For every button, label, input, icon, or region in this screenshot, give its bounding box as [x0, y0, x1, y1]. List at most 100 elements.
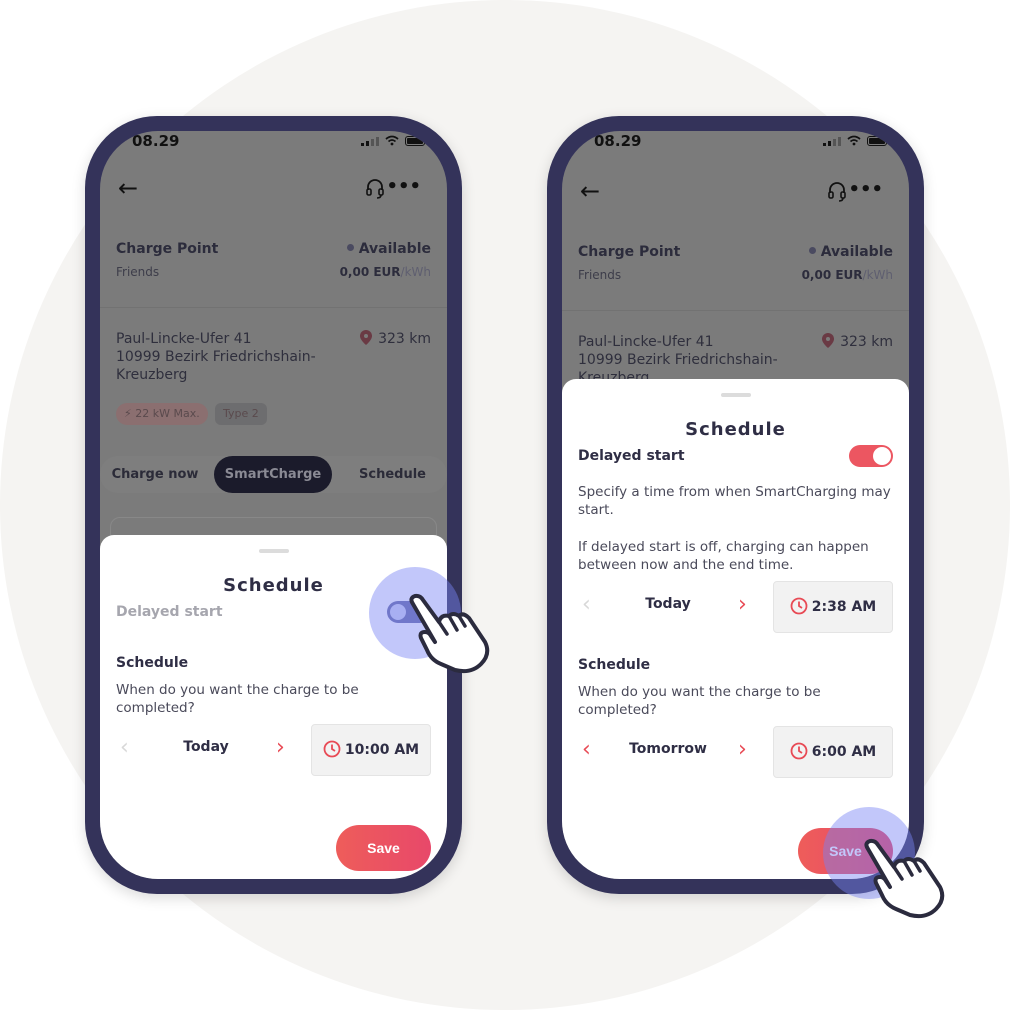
sheet-title: Schedule [685, 419, 786, 440]
connector-type-label: Type 2 [223, 407, 259, 420]
next-day-chevron-icon[interactable]: › [738, 739, 747, 761]
delayed-start-note: If delayed start is off, charging can ha… [578, 539, 869, 573]
end-time-picker[interactable]: 10:00 AM [311, 724, 431, 776]
end-date: Tomorrow [629, 741, 707, 757]
delayed-start-description: Specify a time from when SmartCharging m… [578, 484, 891, 518]
schedule-label: Schedule [578, 657, 651, 673]
end-date-time-row: ‹ Tomorrow › 6:00 AM [578, 726, 893, 778]
schedule-question: When do you want the charge to be comple… [578, 684, 821, 718]
headset-icon[interactable] [365, 178, 385, 200]
divider [562, 310, 909, 311]
start-time-value: 2:38 AM [811, 599, 877, 615]
charge-point-subtitle: Friends [116, 265, 160, 279]
clock-icon [790, 597, 808, 615]
signal-icon [361, 136, 379, 146]
next-day-chevron-icon[interactable]: › [276, 737, 285, 759]
charge-point-title: Charge Point [116, 241, 219, 257]
back-arrow-icon[interactable]: ← [580, 179, 600, 203]
end-date-time-row: ‹ Today › 10:00 AM [116, 724, 431, 776]
wifi-icon [385, 135, 399, 146]
phone-left: 08.29 ← ••• Charge Point Friends Availab… [85, 116, 462, 894]
status-dot-icon [808, 246, 816, 254]
delayed-start-label: Delayed start [116, 604, 223, 620]
previous-day-chevron-icon[interactable]: ‹ [582, 739, 591, 761]
status-time: 08.29 [132, 132, 180, 150]
toggle-knob [873, 447, 891, 465]
distance-value: 323 km [378, 331, 431, 347]
back-arrow-icon[interactable]: ← [118, 176, 138, 200]
charge-point-subtitle: Friends [578, 268, 622, 282]
charge-point-title: Charge Point [578, 244, 681, 260]
availability-status: Available [346, 241, 431, 257]
price-unit: /kWh [400, 265, 431, 279]
wifi-icon [847, 135, 861, 146]
start-date: Today [645, 596, 691, 612]
more-options-icon[interactable]: ••• [386, 176, 421, 197]
address: Paul-Lincke-Ufer 41 10999 Bezirk Friedri… [116, 330, 336, 384]
tab-smartcharge[interactable]: SmartCharge [214, 456, 332, 493]
pointing-hand-icon [409, 593, 490, 674]
nav-row: ← ••• [118, 176, 425, 202]
price-value: 0,00 EUR [801, 268, 863, 282]
price-value: 0,00 EUR [339, 265, 401, 279]
start-date-time-row: ‹ Today › 2:38 AM [578, 581, 893, 633]
location-pin-icon [360, 330, 373, 345]
battery-icon [867, 135, 887, 146]
delayed-start-toggle[interactable] [849, 445, 893, 467]
price: 0,00 EUR/kWh [802, 268, 893, 282]
price: 0,00 EUR/kWh [340, 265, 431, 279]
charge-point-header: Charge Point Friends Available 0,00 EUR/… [116, 241, 431, 291]
end-time-value: 6:00 AM [811, 744, 877, 760]
signal-icon [823, 136, 841, 146]
status-time: 08.29 [594, 132, 642, 150]
previous-day-chevron-icon[interactable]: ‹ [120, 737, 129, 759]
price-unit: /kWh [862, 268, 893, 282]
status-text: Available [358, 241, 431, 257]
end-time-picker[interactable]: 6:00 AM [773, 726, 893, 778]
end-date: Today [183, 739, 229, 755]
connector-type-chip: Type 2 [215, 403, 267, 425]
status-icons [361, 135, 425, 146]
distance: 323 km [360, 330, 431, 347]
location-pin-icon [822, 333, 835, 348]
address-line-2: 10999 Bezirk Friedrichshain- [116, 349, 316, 365]
save-button[interactable]: Save [336, 825, 431, 871]
clock-icon [790, 742, 808, 760]
clock-icon [323, 740, 341, 758]
sheet-grabber[interactable] [258, 549, 289, 553]
tab-schedule[interactable]: Schedule [350, 456, 435, 493]
nav-row: ← ••• [580, 179, 887, 205]
screen: 08.29 ← ••• Charge Point Friends Availab… [562, 131, 909, 879]
charge-mode-tabs: Charge now SmartCharge Schedule [100, 456, 447, 493]
schedule-label: Schedule [116, 655, 189, 671]
address-line-2: 10999 Bezirk Friedrichshain- [578, 352, 778, 368]
battery-icon [405, 135, 425, 146]
status-bar: 08.29 [562, 131, 909, 159]
headset-icon[interactable] [827, 181, 847, 203]
phone-right: 08.29 ← ••• Charge Point Friends Availab… [547, 116, 924, 894]
charge-point-header: Charge Point Friends Available 0,00 EUR/… [578, 244, 893, 294]
power-chip-label: 22 kW Max. [135, 407, 200, 420]
address-line-1: Paul-Lincke-Ufer 41 [116, 331, 252, 347]
more-options-icon[interactable]: ••• [848, 179, 883, 200]
distance-value: 323 km [840, 334, 893, 350]
schedule-sheet: Schedule Delayed start Specify a time fr… [562, 379, 909, 879]
end-time-value: 10:00 AM [344, 742, 420, 758]
distance: 323 km [822, 333, 893, 350]
previous-day-chevron-icon[interactable]: ‹ [582, 594, 591, 616]
pointing-hand-icon [864, 838, 945, 919]
schedule-question: When do you want the charge to be comple… [116, 682, 359, 716]
sheet-grabber[interactable] [720, 393, 751, 397]
power-chip: ⚡ 22 kW Max. [116, 403, 208, 425]
availability-status: Available [808, 244, 893, 260]
status-text: Available [820, 244, 893, 260]
address-line-1: Paul-Lincke-Ufer 41 [578, 334, 714, 350]
screen: 08.29 ← ••• Charge Point Friends Availab… [100, 131, 447, 879]
tab-charge-now[interactable]: Charge now [110, 456, 200, 493]
status-bar: 08.29 [100, 131, 447, 159]
delayed-start-label: Delayed start [578, 448, 685, 464]
divider [100, 307, 447, 308]
next-day-chevron-icon[interactable]: › [738, 594, 747, 616]
start-time-picker[interactable]: 2:38 AM [773, 581, 893, 633]
address-line-3: Kreuzberg [116, 367, 188, 383]
